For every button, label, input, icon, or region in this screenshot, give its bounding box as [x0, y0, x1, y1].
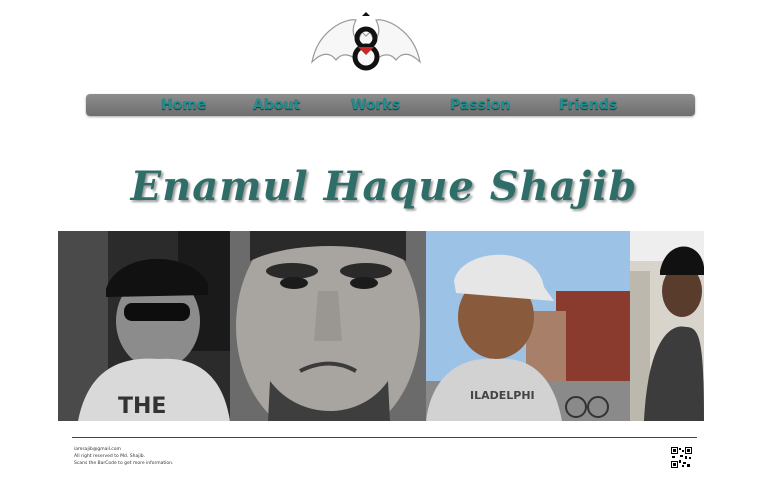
svg-text:THE: THE [118, 394, 166, 419]
bat-logo-icon [311, 12, 421, 71]
nav-home-link[interactable]: Home [161, 96, 206, 114]
footer-divider [72, 437, 697, 438]
photo-1: THE [58, 231, 230, 421]
photo-2 [230, 231, 426, 421]
footer-qr-note: Scans the BarCode to get more informatio… [74, 461, 174, 466]
photo-4 [630, 231, 704, 421]
footer-rights: All right reserved to Md. Shajib. [74, 454, 146, 459]
nav-works-link[interactable]: Works [351, 96, 400, 114]
svg-text:ILADELPHI: ILADELPHI [470, 389, 535, 402]
photo-strip: THE ILADELPHI [58, 231, 704, 421]
nav-friends-link[interactable]: Friends [559, 96, 617, 114]
page-title: Enamul Haque Shajib [130, 163, 638, 210]
nav-about-link[interactable]: About [253, 96, 300, 114]
nav-passion-link[interactable]: Passion [450, 96, 510, 114]
nav-bar: Home About Works Passion Friends [86, 94, 695, 116]
qr-code-icon[interactable] [671, 447, 692, 468]
footer-email: iamsajib@gmail.com [74, 447, 121, 452]
photo-3: ILADELPHI [426, 231, 630, 421]
